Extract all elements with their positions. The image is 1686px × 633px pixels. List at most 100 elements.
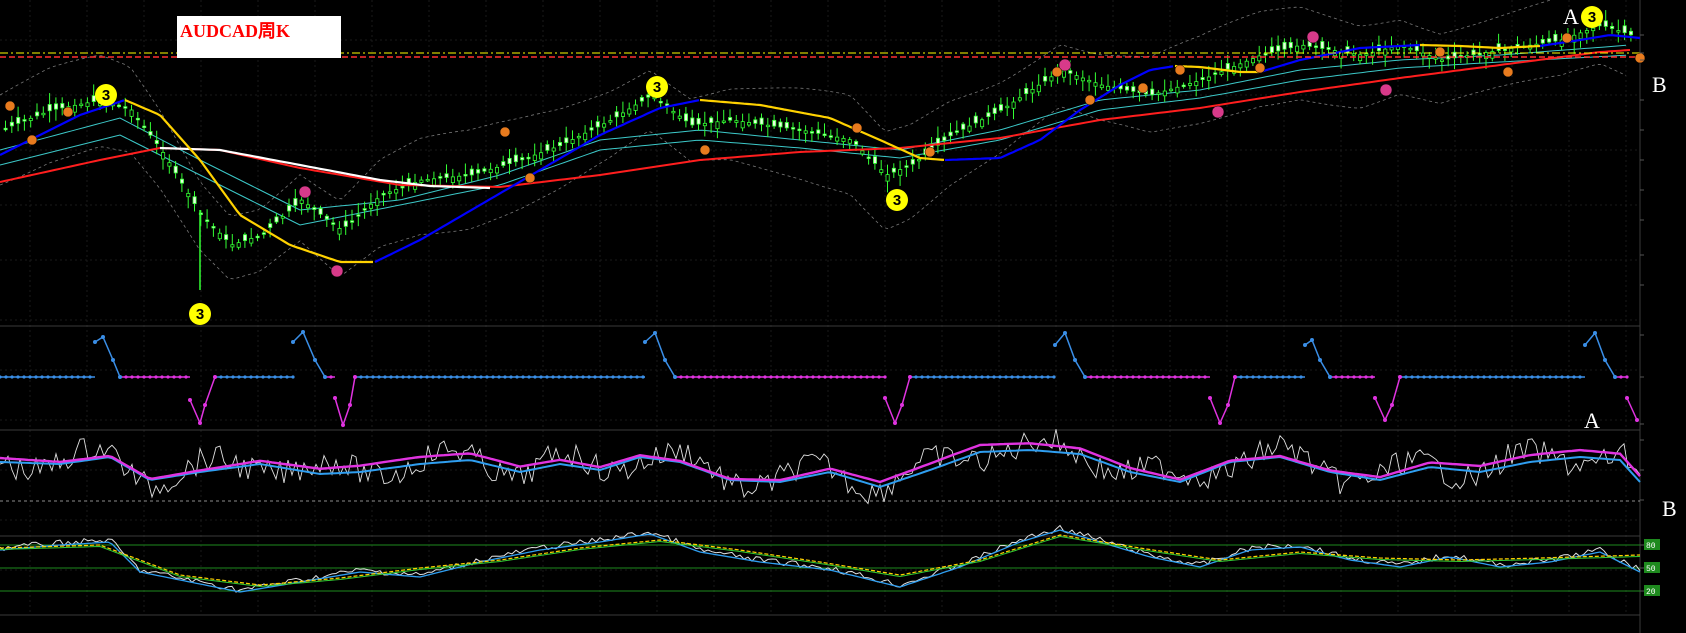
step-dot [539, 375, 543, 379]
step-spike [884, 376, 911, 426]
stoch-k [0, 529, 1641, 593]
step-dot [1494, 375, 1498, 379]
candle-body [356, 214, 361, 217]
candle-body [1074, 75, 1079, 80]
candle-body [1616, 30, 1621, 33]
step-spike [1374, 376, 1401, 422]
step-dot [841, 375, 845, 379]
candle-body [28, 117, 33, 121]
candle-body [274, 216, 279, 223]
candle-body [205, 219, 210, 222]
step-dot [449, 375, 453, 379]
step-dot [255, 375, 259, 379]
step-dot [10, 375, 14, 379]
candle-body [148, 131, 153, 136]
candle-body [444, 173, 449, 178]
step-dot [787, 375, 791, 379]
candle-body [117, 104, 122, 108]
step-dot [581, 375, 585, 379]
step-dot [267, 375, 271, 379]
candle-body [961, 123, 966, 130]
step-dot [950, 375, 954, 379]
step-spike-dot [1083, 375, 1087, 379]
fractal-marker-orange [851, 122, 863, 134]
candle-body [1503, 48, 1508, 51]
candle-body [142, 125, 147, 129]
step-dot [1428, 375, 1432, 379]
candle-body [1093, 82, 1098, 87]
candle-body [589, 127, 594, 131]
step-spike-dot [353, 375, 357, 379]
step-spike-dot [883, 396, 887, 400]
step-dot [635, 375, 639, 379]
step-dot [425, 375, 429, 379]
step-spike-dot [1613, 375, 1617, 379]
step-spike-dot [291, 340, 295, 344]
candle-body [1251, 58, 1256, 64]
candle-body [494, 166, 499, 174]
candle-body [513, 154, 518, 163]
step-dot [721, 375, 725, 379]
candle-body [1062, 70, 1067, 78]
step-dot [1488, 375, 1492, 379]
step-dot [769, 375, 773, 379]
step-dot [715, 375, 719, 379]
candle-body [1603, 20, 1608, 27]
step-spike-dot [198, 421, 202, 425]
candle-body [999, 104, 1004, 111]
step-dot [273, 375, 277, 379]
step-spike-dot [1318, 358, 1322, 362]
candle-body [1433, 57, 1438, 60]
candle-body [583, 132, 588, 141]
step-dot [1452, 375, 1456, 379]
wave-label-text: 3 [893, 192, 901, 209]
ma-fast-seg [944, 65, 1174, 162]
step-dot [1167, 375, 1171, 379]
candle-body [350, 220, 355, 223]
step-dot [1263, 375, 1267, 379]
candle-body [728, 117, 733, 121]
step-spike [1626, 397, 1638, 421]
step-dot [998, 375, 1002, 379]
step-spike-dot [203, 403, 207, 407]
step-dot [1352, 375, 1356, 379]
step-dot [58, 375, 62, 379]
candle-body [646, 94, 651, 98]
candle-body [488, 168, 493, 174]
step-dot [1161, 375, 1165, 379]
step-spike [292, 330, 326, 378]
candle-body [387, 191, 392, 194]
candle-body [1024, 88, 1029, 94]
step-spike-dot [1373, 396, 1377, 400]
wave-label-text: 3 [196, 306, 204, 323]
step-spike-dot [348, 403, 352, 407]
fractal-marker-magenta [330, 264, 344, 278]
step-spike-dot [653, 331, 657, 335]
step-dot [781, 375, 785, 379]
step-dot [365, 375, 369, 379]
step-spike-dot [1233, 375, 1237, 379]
candle-body [211, 226, 216, 229]
step-dot [172, 375, 176, 379]
candle-body [1200, 77, 1205, 80]
step-dot [413, 375, 417, 379]
fractal-marker-orange [524, 172, 536, 184]
candle-body [797, 128, 802, 132]
step-spike-dot [893, 421, 897, 425]
candle-body [891, 167, 896, 173]
step-dot [739, 375, 743, 379]
step-dot [437, 375, 441, 379]
step-dot [1125, 375, 1129, 379]
candle-body [60, 103, 65, 109]
level-tag-text: 80 [1646, 542, 1656, 551]
candle-body [1314, 45, 1319, 48]
candle-body [1036, 84, 1041, 93]
candle-body [854, 141, 859, 145]
candle-body [948, 131, 953, 137]
fractal-marker-orange [1254, 62, 1266, 74]
fractal-marker-orange [499, 126, 511, 138]
step-spike-dot [1310, 338, 1314, 342]
candle-body [1547, 38, 1552, 43]
step-dot [148, 375, 152, 379]
step-dot [1482, 375, 1486, 379]
